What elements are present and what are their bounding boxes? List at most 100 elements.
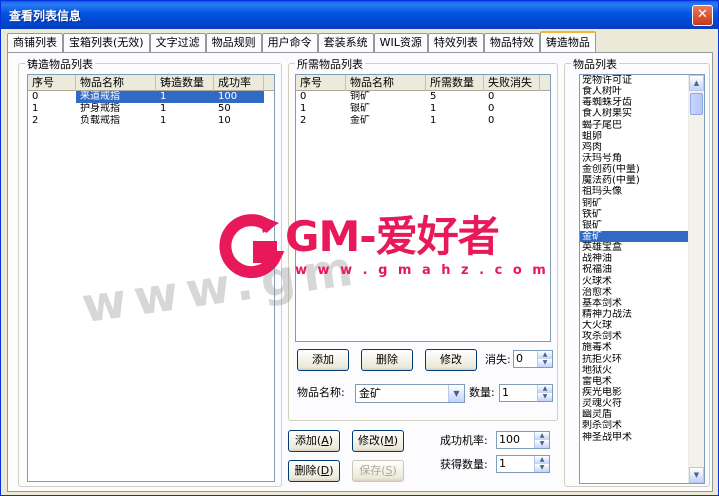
col-rate[interactable]: 成功率 <box>214 75 264 91</box>
scroll-up-icon[interactable]: ▲ <box>689 75 704 91</box>
spin-up-icon[interactable]: ▲ <box>537 385 552 393</box>
material-row[interactable]: 1 银矿 1 0 <box>296 103 550 115</box>
spin-up-icon[interactable]: ▲ <box>537 351 552 359</box>
scroll-down-icon[interactable]: ▼ <box>689 467 704 483</box>
tab-wil-resources[interactable]: WIL资源 <box>373 33 428 52</box>
col-lost[interactable]: 失败消失 <box>484 75 540 91</box>
item-list-entry[interactable]: 毒蜘蛛牙齿 <box>580 97 704 108</box>
forge-row[interactable]: 0 来道戒指 1 100 <box>28 91 274 103</box>
get-qty-value: 1 <box>499 457 506 470</box>
item-list-entry[interactable]: 鸡肉 <box>580 142 704 153</box>
col-name[interactable]: 物品名称 <box>346 75 426 91</box>
tab-chest-list[interactable]: 宝箱列表(无效) <box>63 33 150 52</box>
item-list-entry[interactable]: 疾光电影 <box>580 387 704 398</box>
tab-forge-items[interactable]: 铸造物品 <box>539 31 596 53</box>
tab-suit-system[interactable]: 套装系统 <box>317 33 374 52</box>
material-row[interactable]: 2 金矿 1 0 <box>296 115 550 127</box>
item-list-entry[interactable]: 火球术 <box>580 276 704 287</box>
item-list-entry[interactable]: 食人树叶 <box>580 86 704 97</box>
success-rate-spinner[interactable]: 100 ▲ ▼ <box>496 431 550 449</box>
get-qty-arrows[interactable]: ▲ ▼ <box>534 456 549 472</box>
item-list-entry[interactable]: 祖玛头像 <box>580 186 704 197</box>
item-list-entry[interactable]: 金矿 <box>580 230 704 243</box>
forge-row[interactable]: 2 负载戒指 1 10 <box>28 115 274 127</box>
spin-down-icon[interactable]: ▼ <box>537 359 552 367</box>
spin-down-icon[interactable]: ▼ <box>534 464 549 472</box>
forge-add-button[interactable]: 添加(A) <box>288 430 340 452</box>
items-listbox[interactable]: 宠物许可证 食人树叶 毒蜘蛛牙齿 食人树果实 蝎子尾巴 蛆卵 鸡肉 沃玛号角 金创药(中量) 魔法… <box>579 74 705 484</box>
item-list-entry[interactable]: 铜矿 <box>580 198 704 209</box>
tab-item-rules[interactable]: 物品规则 <box>205 33 262 52</box>
tab-text-filter[interactable]: 文字过滤 <box>149 33 206 52</box>
tab-item-effects[interactable]: 物品特效 <box>483 33 540 52</box>
item-list-entry[interactable]: 沃玛号角 <box>580 153 704 164</box>
item-list-entry[interactable]: 银矿 <box>580 220 704 231</box>
item-list-entry[interactable]: 神圣战甲术 <box>580 432 704 443</box>
item-list-entry[interactable]: 地狱火 <box>580 365 704 376</box>
item-list-entry[interactable]: 基本剑术 <box>580 298 704 309</box>
col-id[interactable]: 序号 <box>28 75 76 91</box>
item-list-entry[interactable]: 幽灵盾 <box>580 409 704 420</box>
item-name-combo[interactable]: 金矿 ▼ <box>355 384 465 403</box>
item-list-entry[interactable]: 宠物许可证 <box>580 75 704 86</box>
forge-modify-button[interactable]: 修改(M) <box>352 430 404 452</box>
forge-list-view[interactable]: 序号 物品名称 铸造数量 成功率 0 来道戒指 1 100 1 护身戒指 1 5… <box>27 74 275 482</box>
lost-spinner-arrows[interactable]: ▲ ▼ <box>537 351 552 367</box>
forge-list-title: 铸造物品列表 <box>25 56 95 72</box>
spin-up-icon[interactable]: ▲ <box>534 432 549 440</box>
success-rate-label: 成功机率: <box>440 434 488 447</box>
materials-list-view[interactable]: 序号 物品名称 所需数量 失败消失 0 铜矿 5 0 1 银矿 1 0 2 金矿… <box>295 74 551 342</box>
item-list-entry[interactable]: 刺杀剑术 <box>580 420 704 431</box>
tab-user-commands[interactable]: 用户命令 <box>261 33 318 52</box>
tab-shop-list[interactable]: 商铺列表 <box>7 33 63 52</box>
forge-delete-key: D <box>320 464 330 477</box>
item-list-entry[interactable]: 灵魂火符 <box>580 398 704 409</box>
item-list-entry[interactable]: 攻杀剑术 <box>580 331 704 342</box>
get-qty-spinner[interactable]: 1 ▲ ▼ <box>496 455 550 473</box>
material-modify-button[interactable]: 修改 <box>425 349 477 371</box>
item-list-entry[interactable]: 魔法药(中量) <box>580 175 704 186</box>
material-add-button[interactable]: 添加 <box>297 349 349 371</box>
item-list-entry[interactable]: 治愈术 <box>580 287 704 298</box>
forge-delete-button[interactable]: 删除(D) <box>288 460 340 482</box>
item-list-entry[interactable]: 雷电术 <box>580 376 704 387</box>
close-button[interactable]: ✕ <box>692 5 713 26</box>
title-bar[interactable]: 查看列表信息 ✕ <box>1 1 718 29</box>
forge-save-button[interactable]: 保存(S) <box>352 460 404 482</box>
item-list-entry[interactable]: 蛆卵 <box>580 131 704 142</box>
item-list-entry[interactable]: 金创药(中量) <box>580 164 704 175</box>
tab-effect-list[interactable]: 特效列表 <box>427 33 484 52</box>
item-list-entry[interactable]: 抗拒火环 <box>580 354 704 365</box>
qty-spinner[interactable]: 1 ▲ ▼ <box>499 384 553 402</box>
item-list-entry[interactable]: 蝎子尾巴 <box>580 120 704 131</box>
item-list-entry[interactable]: 祝福油 <box>580 264 704 275</box>
spin-up-icon[interactable]: ▲ <box>534 456 549 464</box>
chevron-down-icon[interactable]: ▼ <box>448 385 464 402</box>
cell-name: 银矿 <box>350 103 370 114</box>
success-rate-arrows[interactable]: ▲ ▼ <box>534 432 549 448</box>
item-list-entry[interactable]: 精神力战法 <box>580 309 704 320</box>
item-list-entry[interactable]: 食人树果实 <box>580 108 704 119</box>
item-list-entry[interactable]: 铁矿 <box>580 209 704 220</box>
item-list-entry[interactable]: 英雄宝盒 <box>580 242 704 253</box>
material-delete-button[interactable]: 删除 <box>361 349 413 371</box>
lost-spinner[interactable]: 0 ▲ ▼ <box>513 350 553 368</box>
material-row[interactable]: 0 铜矿 5 0 <box>296 91 550 103</box>
spin-down-icon[interactable]: ▼ <box>537 393 552 401</box>
cell-qty: 1 <box>160 115 167 126</box>
items-scrollbar[interactable]: ▲ ▼ <box>688 75 704 483</box>
forge-row[interactable]: 1 护身戒指 1 50 <box>28 103 274 115</box>
col-name[interactable]: 物品名称 <box>76 75 156 91</box>
col-id[interactable]: 序号 <box>296 75 346 91</box>
col-qty[interactable]: 铸造数量 <box>156 75 214 91</box>
spin-down-icon[interactable]: ▼ <box>534 440 549 448</box>
item-list-entry[interactable]: 战神油 <box>580 253 704 264</box>
item-name-label: 物品名称: <box>297 386 345 399</box>
qty-spinner-arrows[interactable]: ▲ ▼ <box>537 385 552 401</box>
item-list-entry[interactable]: 大火球 <box>580 320 704 331</box>
cell-id: 2 <box>300 115 307 126</box>
scroll-thumb[interactable] <box>690 93 703 115</box>
materials-list-header: 序号 物品名称 所需数量 失败消失 <box>296 75 550 91</box>
item-list-entry[interactable]: 施毒术 <box>580 342 704 353</box>
col-qty[interactable]: 所需数量 <box>426 75 484 91</box>
